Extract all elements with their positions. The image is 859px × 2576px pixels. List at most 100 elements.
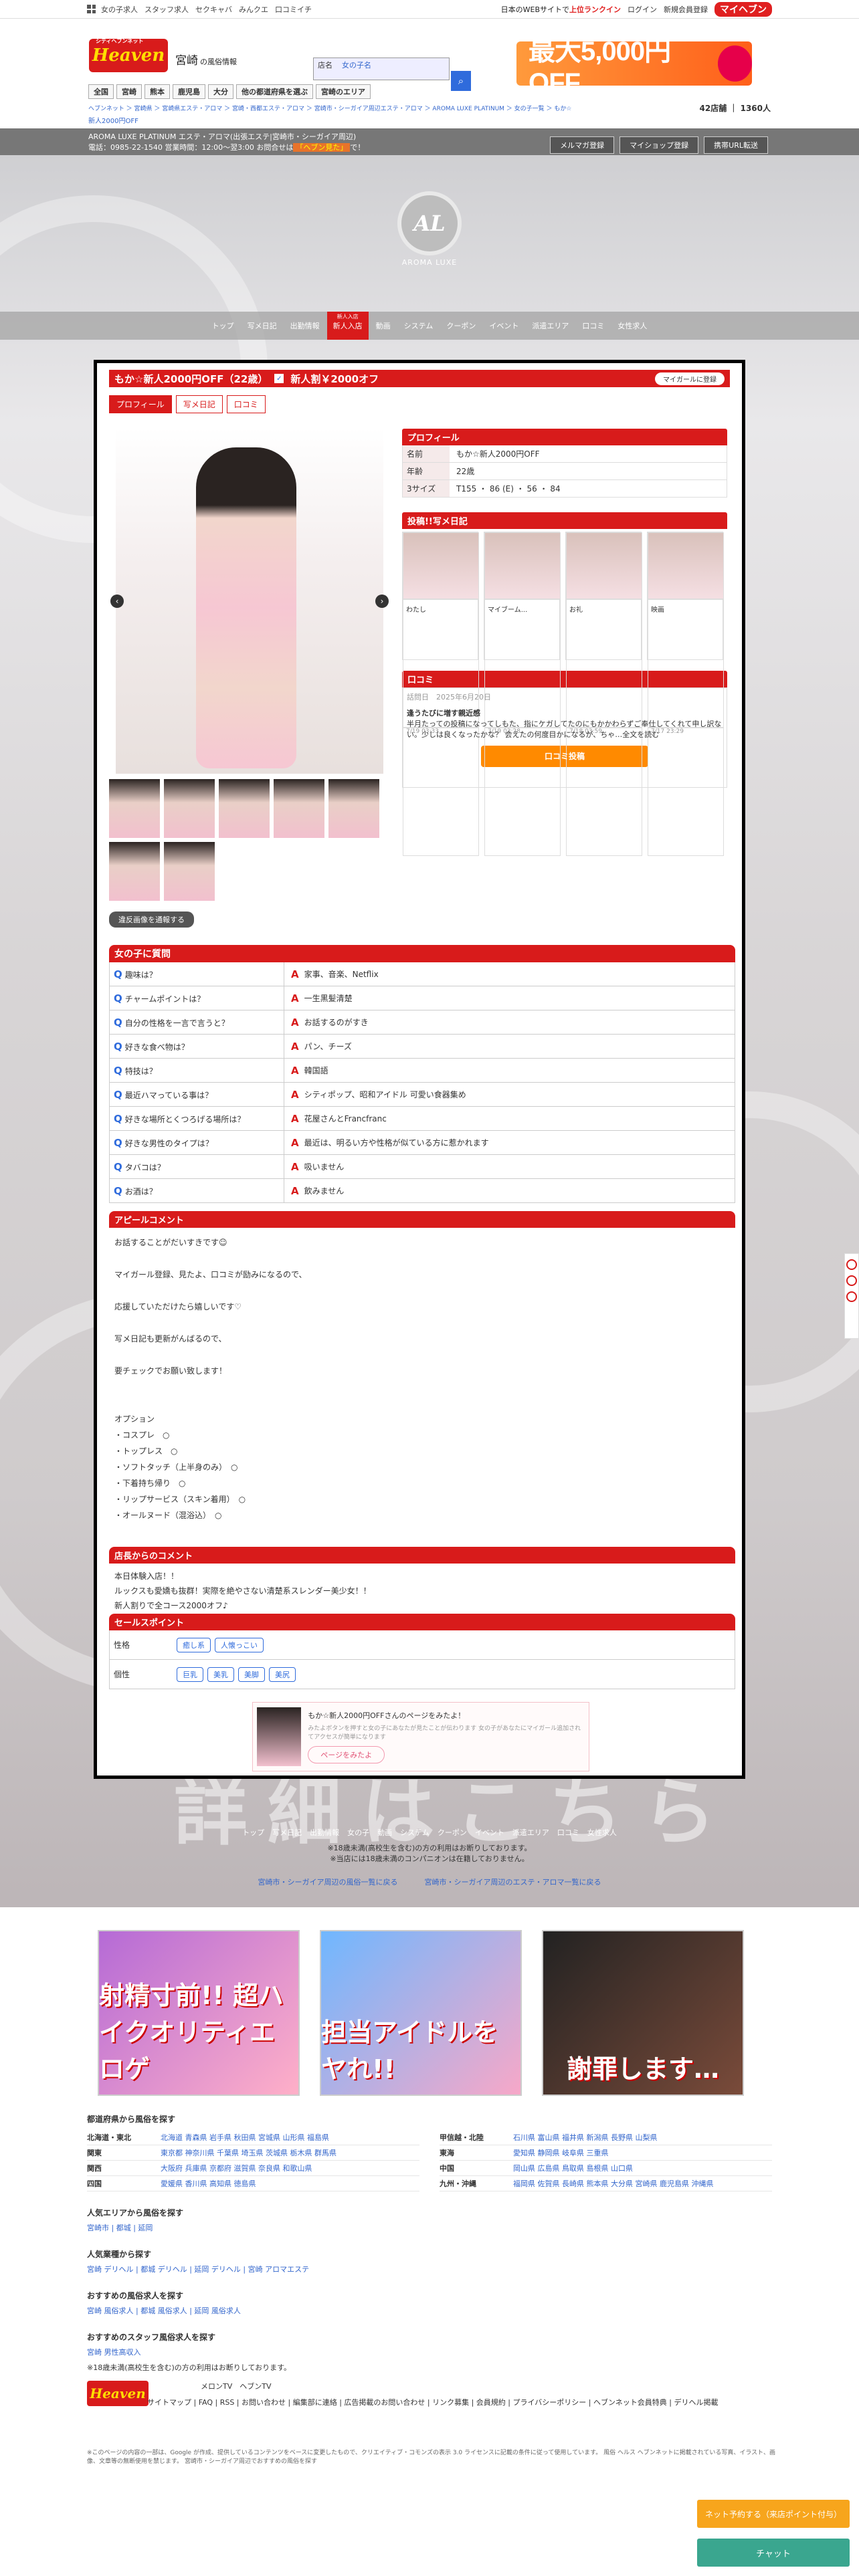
share-icon[interactable] <box>846 1291 857 1302</box>
qa-section: 女の子に質問 Q 趣味は？ A 家事、音楽、Netflix Q チャームポイントは？ A 一… <box>109 945 735 1203</box>
nav-item[interactable]: 動画 <box>370 312 397 340</box>
history-icon[interactable] <box>846 1275 857 1286</box>
diary-card[interactable]: わたし 7/19 03:33 <box>402 532 479 856</box>
qa-row: Q お酒は？ A 飲みません <box>109 1179 735 1203</box>
tab-review[interactable]: 口コミ <box>226 395 266 413</box>
search-icon[interactable]: ⌕ <box>451 71 471 91</box>
photo-thumbnails <box>109 779 383 901</box>
diary-heading: 投稿!!写メ日記 <box>402 512 727 529</box>
shop-info-bar: AROMA LUXE PLATINUM エステ・アロマ(出張エステ|宮崎市・シー… <box>0 128 859 158</box>
login-link[interactable]: ログイン <box>628 4 657 15</box>
nav-item[interactable]: 写メ日記 <box>242 312 283 340</box>
site-logo[interactable]: シティヘブンネット Heaven <box>89 37 168 72</box>
my-heaven-button[interactable]: マイヘブン <box>714 1 772 17</box>
sns-links[interactable]: メロンTV ヘブンTV <box>201 2381 272 2391</box>
my-shop-button[interactable]: マイショップ登録 <box>619 136 699 154</box>
nav-item[interactable]: 派遣エリア <box>526 312 575 340</box>
nav-item[interactable]: イベント <box>483 312 524 340</box>
top-link[interactable]: 女の子求人 <box>101 4 138 15</box>
diary-card[interactable]: マイブーム... 7/19 03:28 <box>484 532 561 856</box>
top-link[interactable]: スタッフ求人 <box>145 4 189 15</box>
nav-item[interactable]: トップ <box>206 312 240 340</box>
shop-emblem: AL AROMA LUXE <box>389 191 470 292</box>
qa-row: Q チャームポイントは？ A 一生黒髪清楚 <box>109 986 735 1010</box>
top-link[interactable]: 口コミイチ <box>275 4 312 15</box>
prefecture-search: 都道府県から風俗を探す 北海道・東北 北海道 青森県 岩手県 秋田県 宮城県 山形… <box>87 2113 772 2191</box>
shop-count: 42店舗 ｜ 1360人 <box>699 103 771 113</box>
copyright: ※このページの内容の一部は、Google が作成、提供しているコンテンツをベース… <box>87 2450 775 2465</box>
thumbnail[interactable] <box>328 779 379 838</box>
area-tab[interactable]: 他の都道府県を選ぶ <box>236 84 313 99</box>
menu-grid-icon[interactable] <box>87 5 96 13</box>
register-link[interactable]: 新規会員登録 <box>664 4 708 15</box>
ad-banner[interactable]: 担当アイドルをヤれ!! <box>320 1930 522 2096</box>
appeal-section: アピールコメント お話することがだいすきです☺︎ マイガール登録、見たよ、口コミ… <box>109 1211 735 1530</box>
favorite-icon[interactable] <box>846 1259 857 1270</box>
report-image-button[interactable]: 違反画像を通報する <box>109 911 194 928</box>
region-title: 宮崎 の風俗情報 <box>175 54 237 68</box>
sales-point-section: セールスポイント 性格 癒し系 人懐っこい 個性 巨乳 美乳 美脚 美尻 <box>109 1614 735 1689</box>
appeal-body: お話することがだいすきです☺︎ マイガール登録、見たよ、口コミが励みになるので、… <box>114 1238 307 1520</box>
top-bar: 女の子求人 スタッフ求人 セクキャバ みんクエ 口コミイチ 日本のWEBサイトで… <box>0 0 859 19</box>
thumbnail[interactable] <box>274 779 324 838</box>
breadcrumb: ヘブンネット ＞ 宮崎県 ＞ 宮崎県エステ・アロマ ＞ 宮崎・西都エステ・アロマ… <box>0 100 859 115</box>
area-tab[interactable]: 大分 <box>208 84 233 99</box>
area-tab[interactable]: 熊本 <box>145 84 170 99</box>
mitayo-card: もか☆新人2000円OFFさんのページをみたよ！ みたよボタンを押すと女の子にあ… <box>252 1702 589 1772</box>
footer-links[interactable]: サイトマップ | FAQ | RSS | お問い合わせ | 編集部に連絡 | 広… <box>147 2397 718 2407</box>
nav-item[interactable]: 女性求人 <box>611 312 653 340</box>
net-reserve-button[interactable]: ネット予約する（来店ポイント付与） <box>697 2500 850 2528</box>
tab-diary[interactable]: 写メ日記 <box>175 395 223 413</box>
diary-card[interactable]: お礼 7/18 03:59 <box>565 532 642 856</box>
nav-item[interactable]: 出勤情報 <box>284 312 326 340</box>
area-tab[interactable]: 全国 <box>88 84 114 99</box>
nav-item-new[interactable]: 新人入店 <box>326 312 369 340</box>
popular-area: 人気エリアから風俗を探す 宮崎市 | 都城 | 延岡 <box>87 2208 184 2232</box>
prev-arrow-icon[interactable]: ‹ <box>110 595 124 608</box>
qa-row: Q 自分の性格を一言で言うと？ A お話するのがすき <box>109 1010 735 1035</box>
search-field[interactable]: 店名 女の子名 <box>313 58 450 80</box>
ad-banner[interactable]: 射精寸前!! 超ハイクオリティエロゲ <box>98 1930 300 2096</box>
nav-item[interactable]: システム <box>398 312 440 340</box>
footer-shop-nav: トップ 写メ日記 出勤情報 女の子 動画 システム クーポン イベント 派遣エリア 口コミ 女性求人 <box>242 1828 617 1837</box>
area-tab[interactable]: 宮崎のエリア <box>316 84 371 99</box>
tab-profile[interactable]: プロフィール <box>109 395 172 413</box>
thumbnail[interactable] <box>109 779 160 838</box>
check-icon: ✓ <box>274 374 284 383</box>
add-my-girl-button[interactable]: マイガールに登録 <box>655 372 725 385</box>
ad-banners: 射精寸前!! 超ハイクオリティエロゲ 担当アイドルをヤれ!! 謝罪します… <box>98 1930 744 2096</box>
mitayo-button[interactable]: ページをみたよ <box>308 1746 385 1763</box>
thumbnail[interactable] <box>164 779 215 838</box>
model-photo <box>196 447 296 768</box>
age-notice: ※18歳未満(高校生を含む)の方の利用はお断りしております。 ※当店には18歳未満… <box>327 1844 532 1863</box>
diary-list: わたし 7/19 03:33 マイブーム... 7/19 03:28 お礼 7/18 … <box>402 532 727 856</box>
profile-tabs: プロフィール 写メ日記 口コミ <box>109 395 730 413</box>
breadcrumb-tail: 新人2000円OFF <box>0 115 859 128</box>
next-arrow-icon[interactable]: › <box>375 595 389 608</box>
nav-item[interactable]: 口コミ <box>576 312 610 340</box>
banner-ball-icon <box>717 45 752 82</box>
top-link[interactable]: みんクエ <box>239 4 268 15</box>
recommended-jobs: おすすめの風俗求人を探す 宮崎 風俗求人 | 都城 風俗求人 | 延岡 風俗求人 <box>87 2291 241 2315</box>
area-tab[interactable]: 鹿児島 <box>173 84 205 99</box>
age-warning: ※18歳未満(高校生を含む)の方の利用はお断りしております。 <box>87 2363 292 2372</box>
nav-item[interactable]: クーポン <box>440 312 482 340</box>
site-header: シティヘブンネット Heaven 宮崎 の風俗情報 店名 女の子名 ⌕ 最大5,000… <box>0 19 859 98</box>
ad-banner[interactable]: 謝罪します… <box>542 1930 744 2096</box>
mobile-url-button[interactable]: 携帯URL転送 <box>704 136 768 154</box>
diary-card[interactable]: 映画 7/17 23:29 <box>647 532 724 856</box>
profile-title-bar: もか☆新人2000円OFF（22歳） ✓ 新人割￥2000オフ マイガールに登録 <box>109 370 730 387</box>
footer-logo[interactable]: Heaven <box>87 2381 149 2406</box>
main-photo[interactable]: ‹ › <box>110 427 389 774</box>
tagline: 日本のWEBサイトで上位ランクイン <box>500 5 621 14</box>
area-tab[interactable]: 宮崎 <box>116 84 142 99</box>
top-link[interactable]: セクキャバ <box>195 4 232 15</box>
thumbnail[interactable] <box>164 842 215 901</box>
thumbnail[interactable] <box>219 779 270 838</box>
mail-magazine-button[interactable]: メルマガ登録 <box>550 136 615 154</box>
discount-banner[interactable]: 最大5,000円OFF <box>516 37 752 98</box>
chat-button[interactable]: チャット <box>697 2539 850 2567</box>
girl-profile-frame: もか☆新人2000円OFF（22歳） ✓ 新人割￥2000オフ マイガールに登録… <box>94 360 745 1779</box>
thumbnail[interactable] <box>109 842 160 901</box>
footer: Heaven メロンTV ヘブンTV サイトマップ | FAQ | RSS | … <box>87 2381 772 2407</box>
